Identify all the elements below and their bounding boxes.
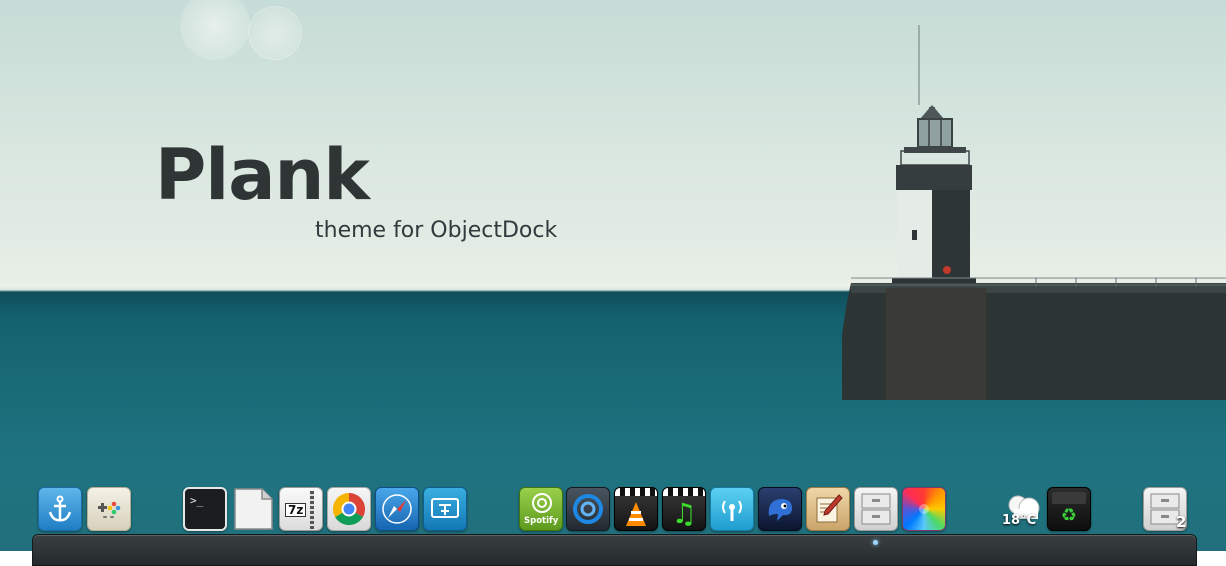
dock-item-recycle-bin[interactable]: ♻ (1047, 487, 1091, 531)
chrome-icon (332, 492, 366, 526)
terminal-icon: >_ (190, 494, 204, 507)
dock-item-pidgin-chat[interactable] (758, 487, 802, 531)
screenshot-icon (431, 498, 459, 518)
spotify-icon (532, 493, 552, 513)
dock-item-text-editor[interactable] (806, 487, 850, 531)
archive-icon: 7z (285, 503, 307, 517)
pen-paper-icon (816, 494, 843, 523)
dock-item-wireless-network[interactable] (710, 487, 754, 531)
bird-icon (768, 499, 792, 521)
spotify-label: Spotify (524, 516, 559, 526)
lighthouse-pier-illustration (842, 25, 1226, 400)
dock-item-plank-anchor[interactable] (38, 487, 82, 531)
wireless-icon (722, 500, 742, 521)
dock-item-file-cabinet[interactable] (854, 487, 898, 531)
dock-item-screenshot-tool[interactable] (423, 487, 467, 531)
dock-item-color-picker[interactable] (902, 487, 946, 531)
dock-item-7zip-archive[interactable]: 7z (279, 487, 323, 531)
page-title: Plank (155, 134, 370, 216)
page-subtitle: theme for ObjectDock (315, 218, 558, 243)
dock-item-game-controller[interactable] (87, 487, 131, 531)
traffic-cone-icon (626, 502, 646, 526)
dock-item-safari-browser[interactable] (375, 487, 419, 531)
recycle-icon: ♻ (1060, 505, 1078, 526)
dock-item-vlc-player[interactable] (614, 487, 658, 531)
lens-flare-ring (248, 6, 302, 60)
desktop-wallpaper (0, 0, 1226, 551)
file-cabinet-icon (861, 493, 891, 525)
dock-item-media-player[interactable] (566, 487, 610, 531)
document-icon (234, 488, 273, 530)
music-note-icon: ♫ (671, 497, 697, 530)
dock-item-terminal[interactable]: >_ (183, 487, 227, 531)
stack-count-badge: 2 (1176, 513, 1187, 531)
compass-icon (382, 494, 412, 524)
dock-item-music-player[interactable]: ♫ (662, 487, 706, 531)
dock-item-chrome-browser[interactable] (327, 487, 371, 531)
running-indicator (873, 540, 878, 545)
weather-temperature: 18°C (1002, 513, 1037, 528)
dock-item-text-document[interactable] (231, 487, 275, 531)
lens-flare (180, 0, 250, 60)
anchor-icon (48, 495, 72, 522)
dock-shelf (32, 534, 1197, 566)
dock-item-spotify[interactable]: Spotify (519, 487, 563, 531)
gamepad-icon (98, 501, 121, 518)
color-wheel-icon (919, 504, 929, 514)
swirl-player-icon (573, 494, 603, 524)
